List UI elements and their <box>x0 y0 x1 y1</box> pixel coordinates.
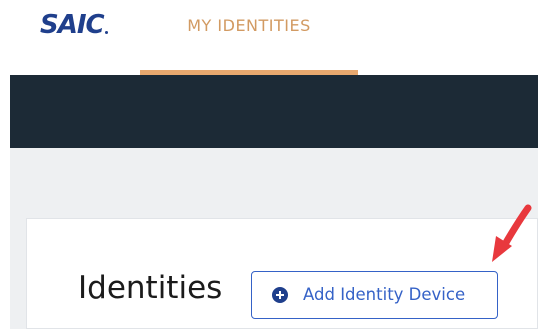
plus-circle-icon <box>272 287 288 303</box>
red-arrow-icon <box>492 204 532 262</box>
add-identity-device-label: Add Identity Device <box>303 285 466 304</box>
add-identity-device-button[interactable]: Add Identity Device <box>251 271 498 319</box>
top-navigation-bar: SAIC MY IDENTITIES <box>0 0 538 75</box>
tab-my-identities-label: MY IDENTITIES <box>187 16 311 35</box>
page-banner <box>10 75 538 148</box>
tab-my-identities[interactable]: MY IDENTITIES <box>140 0 358 75</box>
page: SAIC MY IDENTITIES Identities Add Identi… <box>0 0 538 329</box>
page-title: Identities <box>78 270 223 306</box>
logo-dot <box>105 31 108 34</box>
saic-logo[interactable]: SAIC <box>40 10 105 40</box>
